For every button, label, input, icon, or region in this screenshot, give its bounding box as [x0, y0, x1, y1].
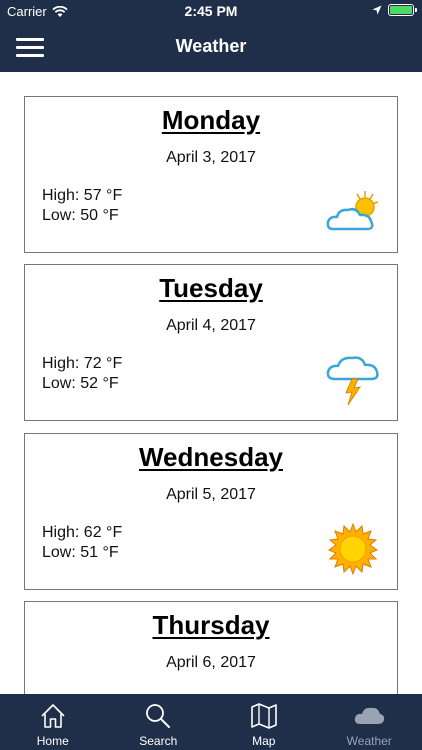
status-right [372, 4, 417, 16]
status-time: 2:45 PM [184, 3, 238, 19]
forecast-date: April 6, 2017 [166, 654, 256, 671]
high-temp: High: 72 °F [42, 355, 123, 372]
forecast-card[interactable]: Thursday April 6, 2017 [24, 601, 398, 694]
day-name: Wednesday [138, 442, 283, 472]
partly-cloudy-icon [326, 191, 379, 231]
low-temp: Low: 51 °F [42, 544, 119, 561]
forecast-card[interactable]: Monday April 3, 2017 High: 57 °F Low: 50… [24, 96, 398, 253]
tab-bar: Home Search Map Weather [0, 694, 422, 750]
low-temp: Low: 52 °F [42, 375, 119, 392]
forecast-list[interactable]: Monday April 3, 2017 High: 57 °F Low: 50… [0, 72, 422, 694]
tab-label: Map [252, 734, 276, 748]
day-name: Monday [161, 105, 261, 135]
tab-label: Search [139, 734, 178, 748]
app-header: Carrier 2:45 PM Weather [0, 0, 422, 72]
status-bar: Carrier 2:45 PM [0, 0, 422, 24]
thunderstorm-icon [326, 356, 379, 406]
forecast-card[interactable]: Tuesday April 4, 2017 High: 72 °F Low: 5… [24, 264, 398, 421]
day-name: Thursday [152, 610, 270, 640]
tab-search[interactable]: Search [106, 694, 212, 750]
high-temp: High: 57 °F [42, 187, 123, 204]
forecast-date: April 3, 2017 [166, 149, 256, 166]
map-icon [250, 703, 277, 729]
forecast-date: April 4, 2017 [166, 317, 256, 334]
tab-home[interactable]: Home [0, 694, 106, 750]
tab-map[interactable]: Map [211, 694, 317, 750]
cloud-icon [355, 707, 385, 724]
sunny-icon [327, 522, 379, 576]
page-title: Weather [175, 36, 247, 56]
forecast-date: April 5, 2017 [166, 486, 256, 503]
location-arrow-icon [372, 5, 382, 15]
high-temp: High: 62 °F [42, 524, 123, 541]
search-icon [146, 704, 171, 728]
forecast-card[interactable]: Wednesday April 5, 2017 High: 62 °F Low:… [24, 433, 398, 590]
home-icon [41, 704, 65, 728]
battery-icon [388, 4, 417, 16]
tab-label: Weather [346, 734, 392, 748]
tab-label: Home [36, 734, 69, 748]
tab-weather[interactable]: Weather [317, 694, 422, 750]
day-name: Tuesday [159, 273, 263, 303]
nav-bar: Weather [0, 24, 422, 72]
low-temp: Low: 50 °F [42, 207, 119, 224]
